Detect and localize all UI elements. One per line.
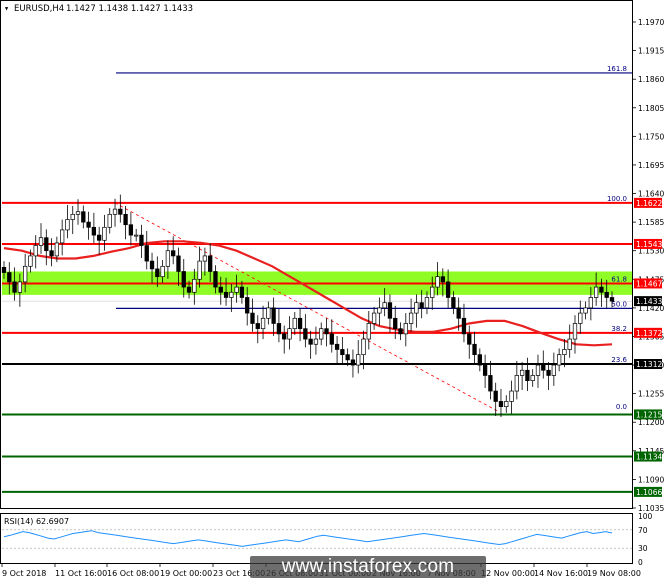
watermark: www.instaforex.com: [250, 556, 486, 578]
level-price-label: 1.1467: [636, 279, 662, 288]
price-tick-label: 1.1860: [638, 75, 664, 84]
fib-label-61.8: 61.8: [611, 275, 627, 283]
watermark-text: www.instaforex.com: [281, 556, 455, 577]
price-tick-label: 1.1915: [638, 47, 664, 56]
time-label: 11 Oct 16:00: [55, 569, 107, 578]
level-price-label: 1.1622: [636, 199, 662, 208]
price-tick-label: 1.1805: [638, 104, 664, 113]
trading-chart[interactable]: 161.8 100.0 61.8 50.0 38.2 23.6 0.0 1.1970 1.19…: [0, 0, 665, 582]
price-tick-label: 1.1750: [638, 132, 664, 141]
level-price-label: 1.1372: [636, 329, 662, 338]
fib-label-50.0: 50.0: [611, 300, 627, 308]
rsi-label: RSI(14) 62.6907: [4, 517, 69, 526]
fib-label-100.0: 100.0: [607, 195, 627, 203]
chart-ohlc: 1.1427 1.1438 1.1427 1.1433: [66, 4, 193, 14]
time-label: 14 Nov 16:00: [534, 569, 588, 578]
price-tick-label: 1.1585: [638, 218, 664, 227]
fib-label-23.6: 23.6: [611, 356, 627, 364]
price-tick-label: 1.1695: [638, 161, 664, 170]
level-price-label: 1.1543: [636, 240, 662, 249]
chart-symbol: EURUSD,H4: [14, 4, 64, 14]
price-tick-label: 1.1090: [638, 475, 664, 484]
time-label: 19 Oct 00:00: [160, 569, 212, 578]
price-tick-label: 1.1255: [638, 390, 664, 399]
time-label: 19 Nov 08:00: [587, 569, 641, 578]
level-price-label: 1.1066: [636, 488, 662, 497]
current-price-label: 1.1433: [636, 297, 662, 306]
price-tick-label: 1.1200: [638, 418, 664, 427]
price-tick-label: 1.1970: [638, 18, 664, 27]
fib-label-0.0: 0.0: [616, 403, 627, 411]
rsi-tick-label: 100: [638, 512, 653, 521]
time-label: 9 Oct 2018: [2, 569, 46, 578]
rsi-tick-label: 0: [638, 558, 643, 567]
rsi-tick-label: 70: [638, 526, 648, 535]
rsi-tick-label: 30: [638, 544, 648, 553]
level-price-label: 1.1312: [636, 360, 662, 369]
fib-label-161.8: 161.8: [607, 65, 627, 73]
level-price-label: 1.1215: [636, 410, 662, 419]
price-tick-label: 1.1640: [638, 190, 664, 199]
time-label: 12 Nov 00:00: [481, 569, 535, 578]
chart-header-arrow: ▾: [4, 4, 9, 14]
fib-label-38.2: 38.2: [611, 325, 627, 333]
time-label: 16 Oct 08:00: [107, 569, 159, 578]
level-price-label: 1.1134: [636, 453, 662, 462]
